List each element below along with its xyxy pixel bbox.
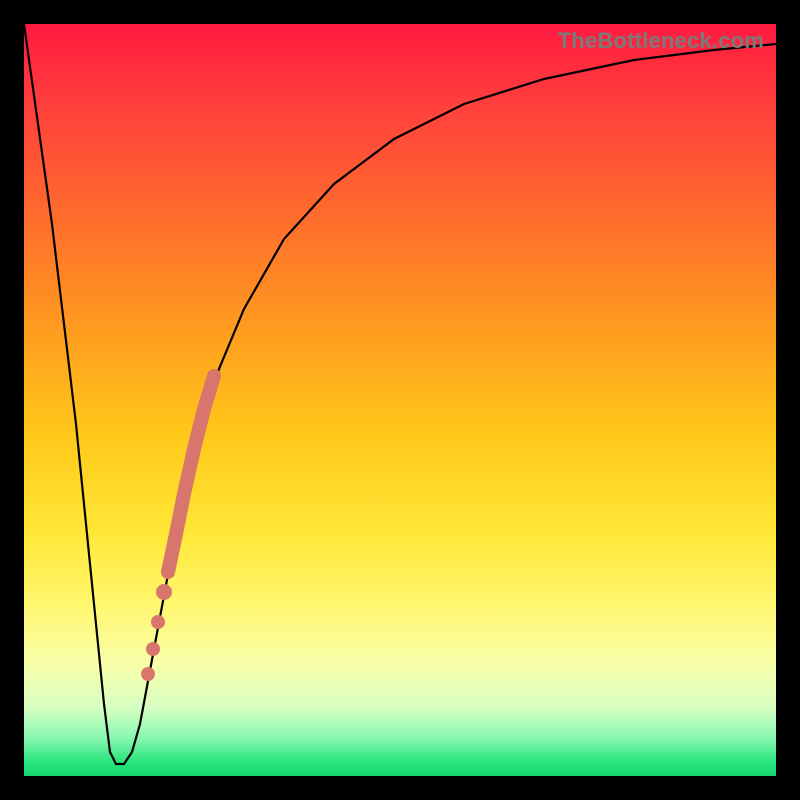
curve-svg <box>24 24 776 776</box>
highlight-dot <box>151 615 165 629</box>
highlight-dot <box>141 667 155 681</box>
highlight-dot <box>146 642 160 656</box>
highlight-segment <box>168 376 214 572</box>
plot-area: TheBottleneck.com <box>24 24 776 776</box>
chart-frame: TheBottleneck.com <box>0 0 800 800</box>
highlight-dot <box>156 584 172 600</box>
bottleneck-curve <box>24 24 776 764</box>
watermark-text: TheBottleneck.com <box>558 28 764 54</box>
